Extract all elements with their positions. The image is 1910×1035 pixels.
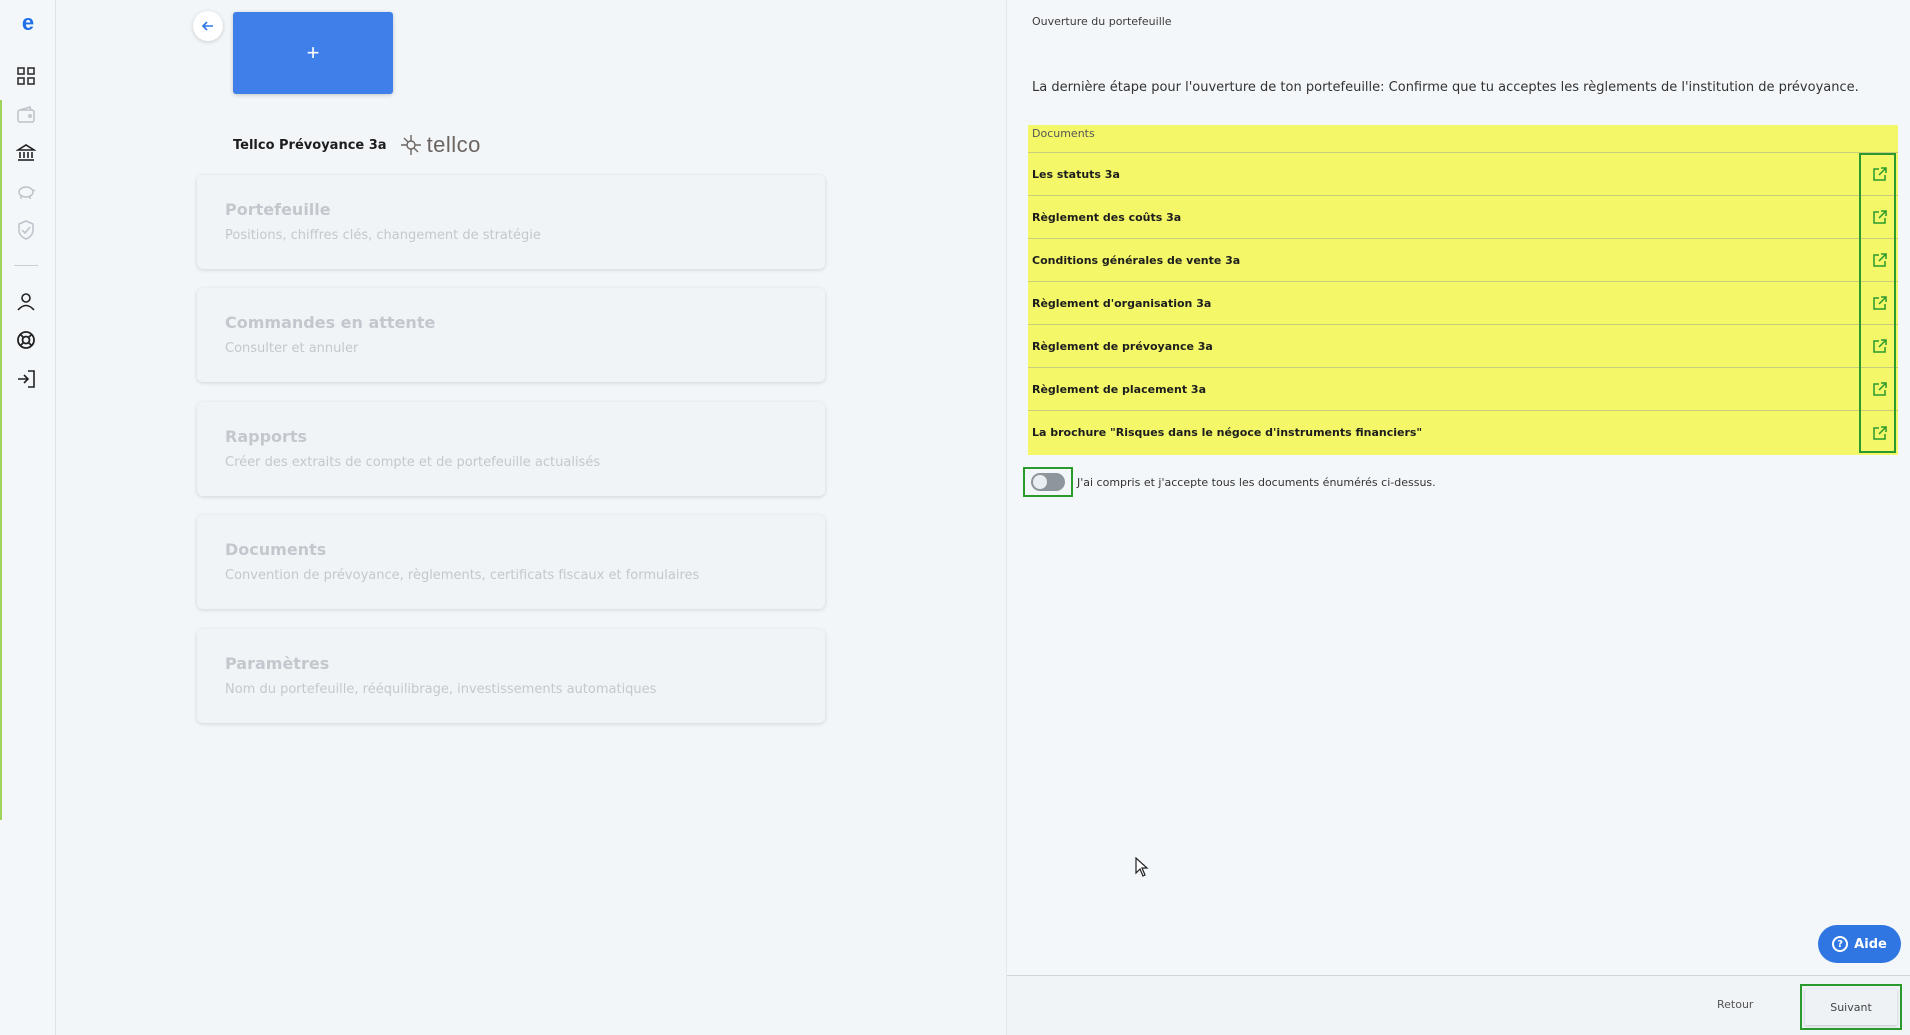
card-subtitle: Convention de prévoyance, règlements, ce… — [225, 568, 700, 583]
documents-table: Documents Les statuts 3a Règlement des c… — [1028, 125, 1898, 455]
arrow-left-icon — [201, 21, 213, 31]
toggle-knob — [1033, 475, 1047, 489]
toggle-track — [1031, 473, 1065, 491]
shield-icon[interactable] — [14, 218, 38, 242]
document-row: Les statuts 3a — [1028, 153, 1898, 196]
document-label: Règlement d'organisation 3a — [1032, 296, 1212, 310]
dashboard-icon[interactable] — [14, 64, 38, 88]
consent-label: J'ai compris et j'accepte tous les docum… — [1077, 475, 1436, 489]
card-subtitle: Consulter et annuler — [225, 341, 359, 356]
help-label: Aide — [1854, 936, 1887, 952]
card-title: Portefeuille — [225, 200, 331, 219]
back-button[interactable]: Retour — [1717, 998, 1753, 1011]
wizard-footer: Retour Suivant — [1007, 975, 1910, 1035]
instruction-text: La dernière étape pour l'ouverture de to… — [1032, 80, 1859, 95]
document-label: Règlement de placement 3a — [1032, 382, 1207, 396]
breadcrumb: Ouverture du portefeuille — [1032, 15, 1172, 28]
document-row: Règlement d'organisation 3a — [1028, 282, 1898, 325]
consent-toggle[interactable] — [1023, 467, 1073, 497]
document-label: Les statuts 3a — [1032, 167, 1120, 181]
card-commandes-en-attente[interactable]: Commandes en attente Consulter et annule… — [197, 288, 825, 382]
document-row: La brochure "Risques dans le négoce d'in… — [1028, 411, 1898, 454]
next-button[interactable]: Suivant — [1805, 989, 1897, 1025]
documents-header: Documents — [1028, 125, 1898, 153]
provider-name: Tellco Prévoyance 3a — [233, 137, 387, 153]
card-title: Paramètres — [225, 654, 330, 673]
user-icon[interactable] — [14, 290, 38, 314]
rail-accent-bar — [0, 100, 2, 820]
card-subtitle: Créer des extraits de compte et de porte… — [225, 455, 601, 470]
help-button[interactable]: ? Aide — [1818, 925, 1901, 963]
wallet-icon[interactable] — [14, 103, 38, 127]
card-title: Commandes en attente — [225, 313, 436, 332]
card-subtitle: Positions, chiffres clés, changement de … — [225, 228, 541, 243]
nav-rail: e — [0, 0, 56, 1035]
logout-icon[interactable] — [14, 367, 38, 391]
external-links-highlight — [1859, 153, 1896, 453]
card-documents[interactable]: Documents Convention de prévoyance, règl… — [197, 515, 825, 609]
provider-brand-text: tellco — [426, 132, 481, 157]
document-label: Règlement des coûts 3a — [1032, 210, 1182, 224]
document-row: Règlement des coûts 3a — [1028, 196, 1898, 239]
next-button-highlight: Suivant — [1800, 984, 1902, 1030]
back-arrow-button[interactable] — [193, 11, 223, 41]
new-portfolio-tile[interactable]: + — [233, 12, 393, 94]
card-subtitle: Nom du portefeuille, rééquilibrage, inve… — [225, 682, 657, 697]
question-icon: ? — [1832, 936, 1849, 952]
tellco-mark-icon — [400, 135, 421, 155]
bank-icon[interactable] — [14, 141, 38, 165]
document-label: Règlement de prévoyance 3a — [1032, 339, 1213, 353]
provider-header: Tellco Prévoyance 3a tellco — [233, 132, 481, 158]
document-row: Conditions générales de vente 3a — [1028, 239, 1898, 282]
provider-logo: tellco — [399, 132, 481, 158]
help-lifebuoy-icon[interactable] — [14, 328, 38, 352]
document-row: Règlement de placement 3a — [1028, 368, 1898, 411]
document-label: Conditions générales de vente 3a — [1032, 253, 1241, 267]
document-row: Règlement de prévoyance 3a — [1028, 325, 1898, 368]
card-rapports[interactable]: Rapports Créer des extraits de compte et… — [197, 402, 825, 496]
document-label: La brochure "Risques dans le négoce d'in… — [1032, 426, 1423, 439]
card-parametres[interactable]: Paramètres Nom du portefeuille, rééquili… — [197, 629, 825, 723]
mouse-pointer-icon — [1135, 856, 1149, 881]
card-title: Rapports — [225, 427, 308, 446]
app-logo[interactable]: e — [14, 10, 42, 38]
rail-divider — [14, 265, 38, 266]
consent-row: J'ai compris et j'accepte tous les docum… — [1023, 467, 1436, 497]
card-title: Documents — [225, 540, 327, 559]
piggy-bank-icon[interactable] — [14, 180, 38, 204]
card-portefeuille[interactable]: Portefeuille Positions, chiffres clés, c… — [197, 175, 825, 269]
